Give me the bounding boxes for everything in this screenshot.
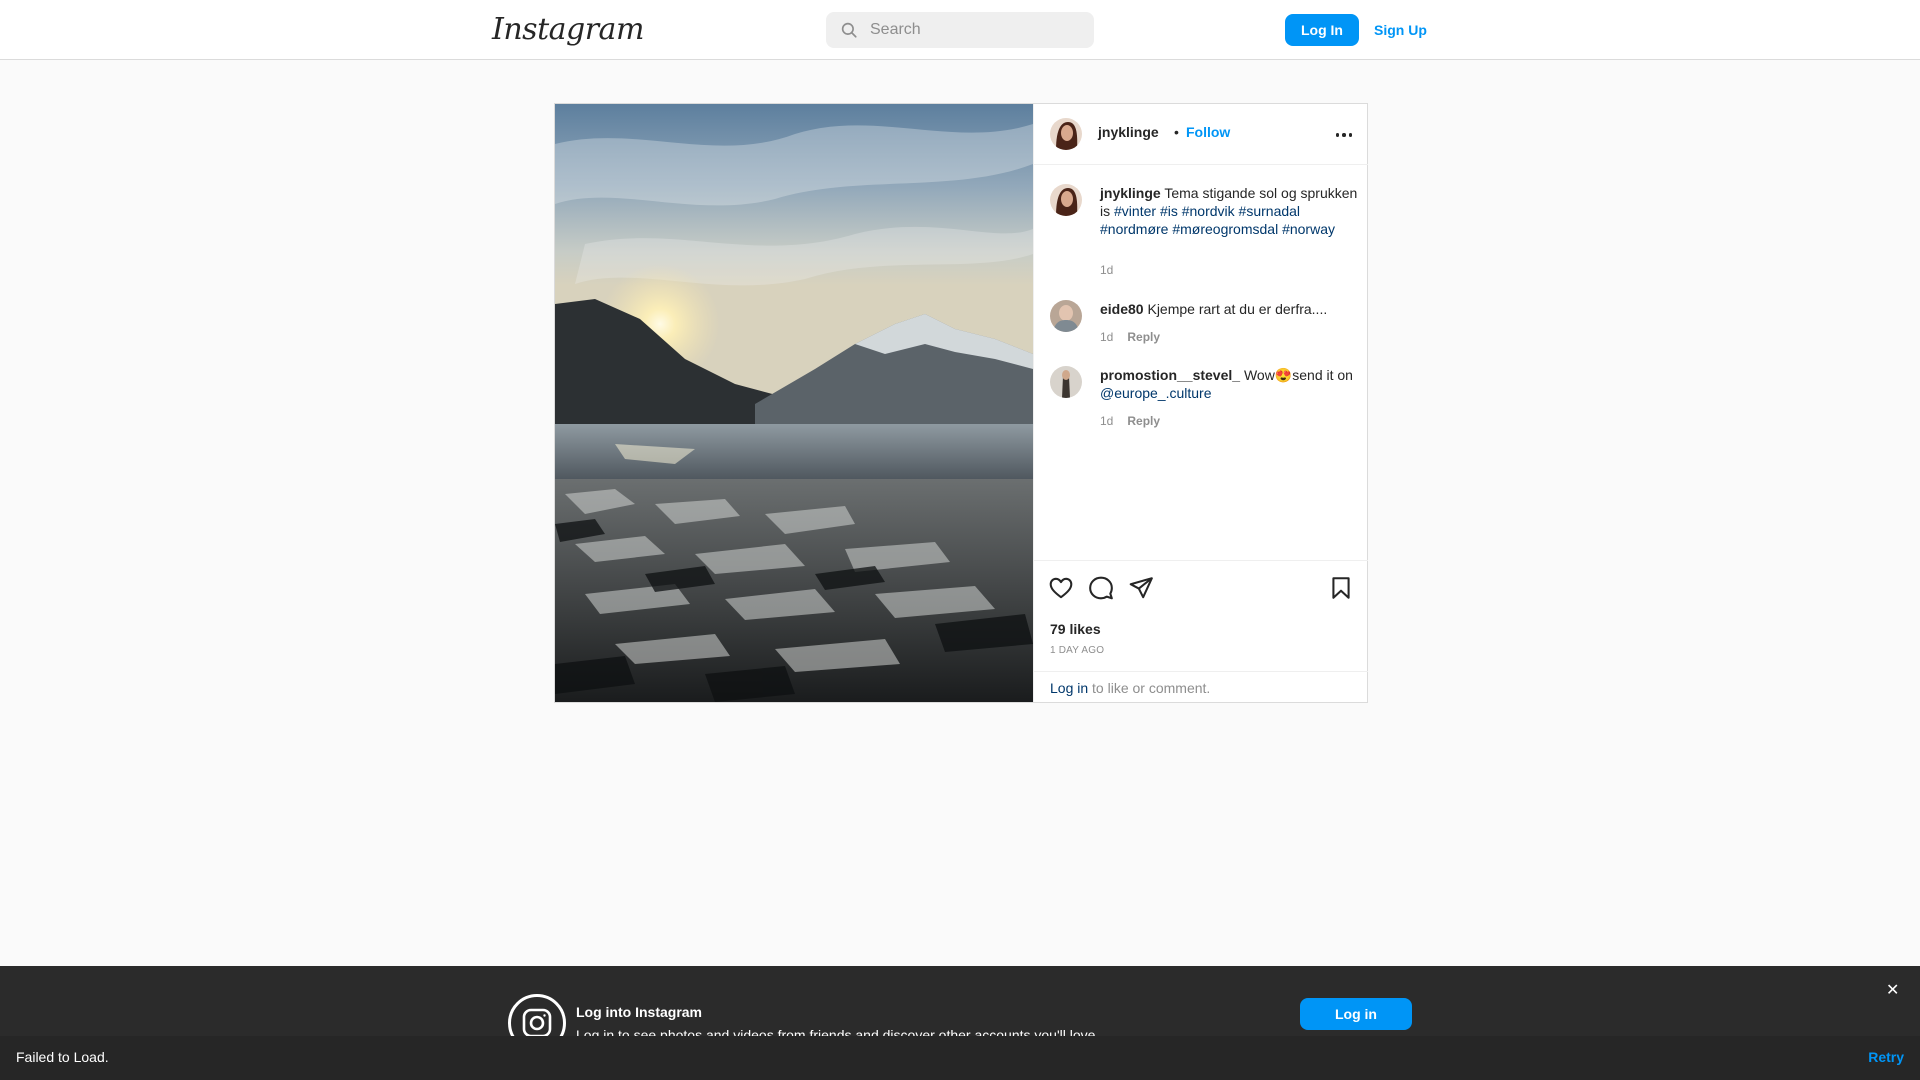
caption-avatar-image bbox=[1050, 184, 1082, 216]
reply-button[interactable]: Reply bbox=[1127, 414, 1160, 428]
banner-login-button[interactable]: Log in bbox=[1300, 998, 1412, 1030]
caption-username[interactable]: jnyklinge bbox=[1100, 185, 1161, 201]
commenter-avatar-image bbox=[1050, 366, 1082, 398]
login-suffix-text: to like or comment. bbox=[1092, 680, 1211, 696]
search-input[interactable] bbox=[870, 21, 1080, 39]
signup-link[interactable]: Sign Up bbox=[1368, 14, 1433, 46]
login-link[interactable]: Log in bbox=[1050, 680, 1088, 696]
caption-time: 1d bbox=[1100, 263, 1114, 277]
likes-count[interactable]: 79 likes bbox=[1050, 621, 1101, 637]
top-navigation-bar: Instagram Log In Sign Up bbox=[0, 0, 1920, 60]
search-icon bbox=[841, 22, 857, 38]
search-box[interactable] bbox=[826, 12, 1094, 48]
close-icon[interactable]: ✕ bbox=[1886, 980, 1899, 1000]
caption-meta: 1d bbox=[1100, 263, 1113, 277]
post-actions: 79 likes 1 DAY AGO Log in to like or com… bbox=[1034, 560, 1368, 702]
more-options-icon[interactable] bbox=[1332, 123, 1356, 147]
post-sidebar: jnyklinge • Follow jnyklinge Tema stigan… bbox=[1033, 104, 1368, 702]
post-timestamp: 1 DAY AGO bbox=[1050, 645, 1105, 656]
reply-button[interactable]: Reply bbox=[1127, 330, 1160, 344]
comment-meta: 1d Reply bbox=[1100, 414, 1160, 428]
hashtag-link[interactable]: #vinter bbox=[1114, 203, 1156, 219]
toast-message: Failed to Load. bbox=[16, 1049, 109, 1065]
author-username[interactable]: jnyklinge bbox=[1098, 124, 1159, 140]
retry-button[interactable]: Retry bbox=[1868, 1049, 1904, 1065]
hashtag-link[interactable]: #møreogromsdal bbox=[1172, 221, 1278, 237]
login-button[interactable]: Log In bbox=[1285, 14, 1359, 46]
hashtag-link[interactable]: #norway bbox=[1282, 221, 1335, 237]
author-avatar-image bbox=[1050, 118, 1082, 150]
post-header: jnyklinge • Follow bbox=[1034, 104, 1368, 165]
save-bookmark-icon[interactable] bbox=[1328, 575, 1354, 601]
login-to-comment: Log in to like or comment. bbox=[1034, 671, 1368, 703]
commenter-avatar-image bbox=[1050, 300, 1082, 332]
hashtag-link[interactable]: #is bbox=[1160, 203, 1178, 219]
hashtag-link[interactable]: #surnadal bbox=[1239, 203, 1301, 219]
post-card: jnyklinge • Follow jnyklinge Tema stigan… bbox=[554, 103, 1368, 703]
error-toast: Failed to Load. Retry bbox=[0, 1036, 1920, 1080]
commenter-avatar[interactable] bbox=[1050, 300, 1082, 332]
post-photo[interactable] bbox=[555, 104, 1033, 702]
comment-username[interactable]: eide80 bbox=[1100, 301, 1144, 317]
separator-dot: • bbox=[1174, 124, 1179, 140]
comment-time: 1d bbox=[1100, 414, 1114, 428]
comment-text: eide80 Kjempe rart at du er derfra.... bbox=[1100, 300, 1362, 318]
hashtag-link[interactable]: #nordmøre bbox=[1100, 221, 1168, 237]
comment-body: Wow😍send it on bbox=[1243, 367, 1353, 383]
commenter-avatar[interactable] bbox=[1050, 366, 1082, 398]
author-avatar[interactable] bbox=[1050, 118, 1082, 150]
follow-button[interactable]: Follow bbox=[1186, 124, 1230, 140]
comment-username[interactable]: promostion__stevel_ bbox=[1100, 367, 1240, 383]
banner-title: Log into Instagram bbox=[576, 1004, 702, 1020]
comment-time: 1d bbox=[1100, 330, 1114, 344]
landscape-photo-image bbox=[555, 104, 1033, 702]
caption-text: jnyklinge Tema stigande sol og sprukken … bbox=[1100, 184, 1362, 238]
comment-bubble-icon[interactable] bbox=[1088, 575, 1114, 601]
comment-body: Kjempe rart at du er derfra.... bbox=[1147, 301, 1328, 317]
comment-meta: 1d Reply bbox=[1100, 330, 1160, 344]
comment-text: promostion__stevel_ Wow😍send it on @euro… bbox=[1100, 366, 1362, 402]
mention-link[interactable]: @europe_.culture bbox=[1100, 385, 1212, 401]
caption-avatar[interactable] bbox=[1050, 184, 1082, 216]
instagram-logo[interactable]: Instagram bbox=[492, 12, 644, 47]
hashtag-link[interactable]: #nordvik bbox=[1182, 203, 1235, 219]
share-paper-plane-icon[interactable] bbox=[1128, 575, 1154, 601]
like-heart-icon[interactable] bbox=[1048, 575, 1074, 601]
login-banner: Log into Instagram Log in to see photos … bbox=[0, 966, 1920, 1052]
